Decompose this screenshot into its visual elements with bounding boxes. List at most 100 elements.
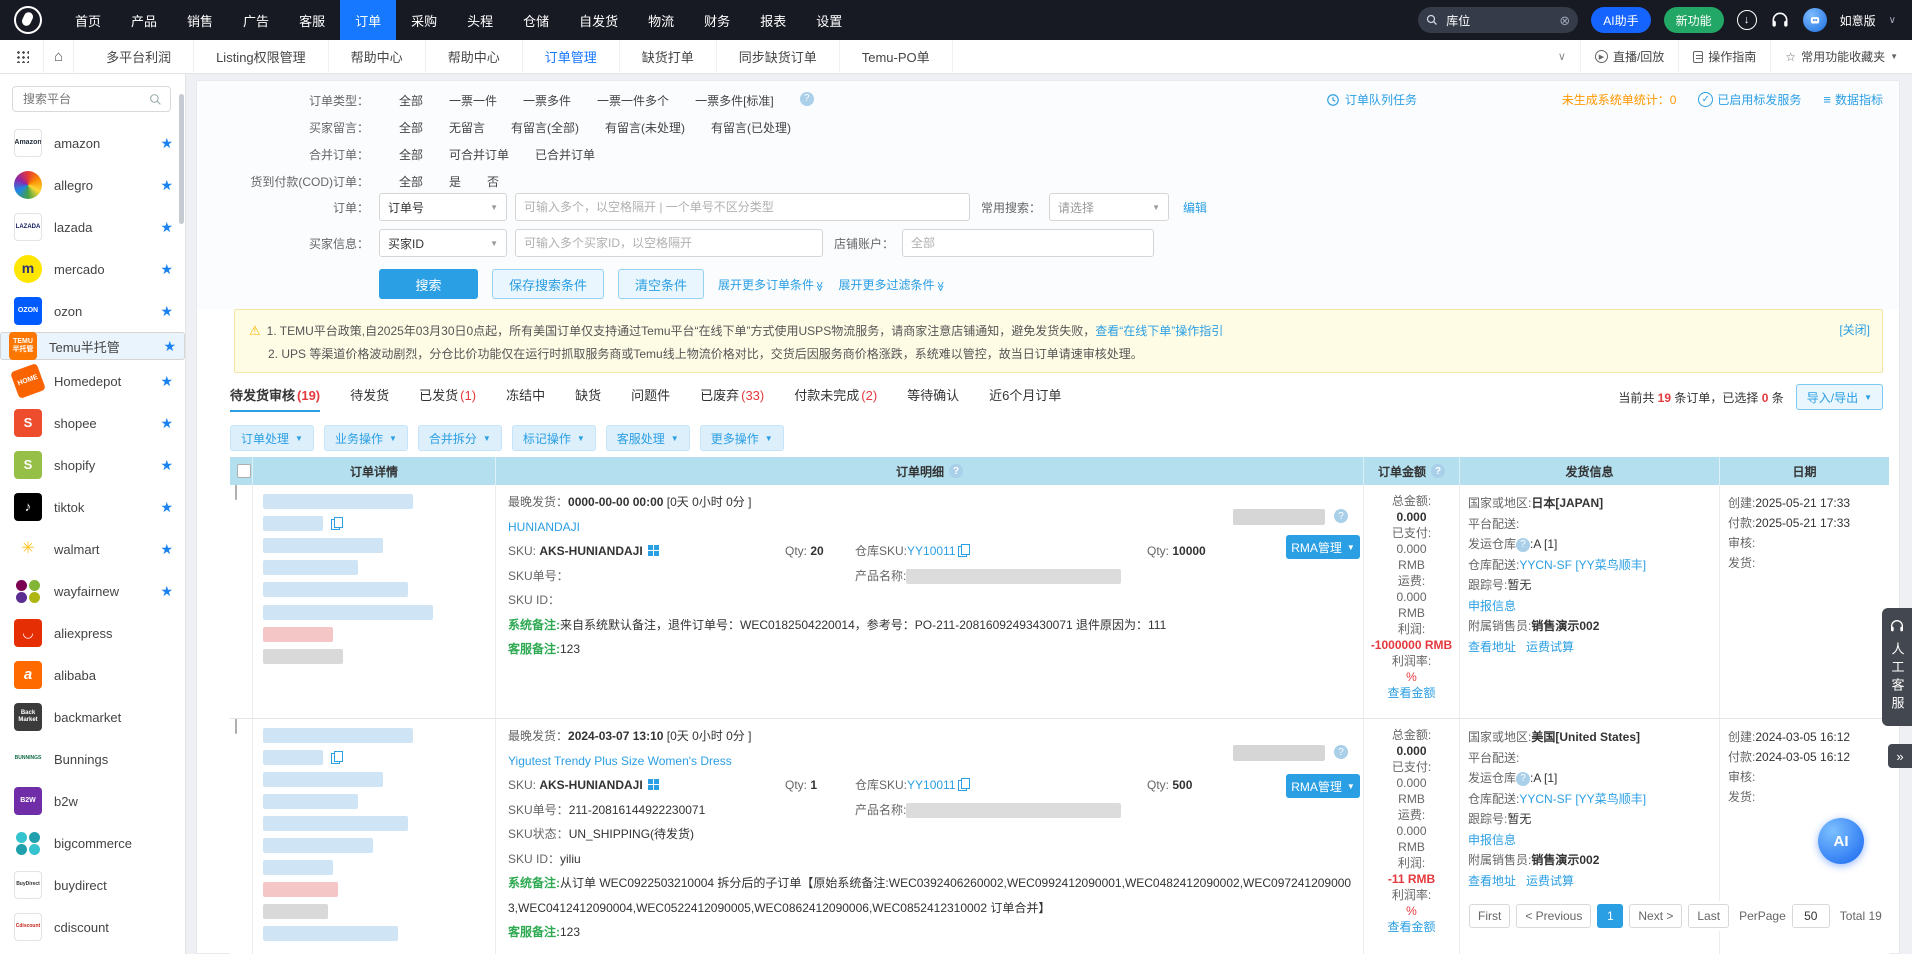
warehouse-dispatch-link[interactable]: YYCN-SF [YY菜鸟顺丰] [1519,558,1646,572]
sidebar-scrollbar[interactable] [179,94,184,224]
nav-item-2[interactable]: 销售 [172,0,228,40]
favorites-link[interactable]: ☆ 常用功能收藏夹 ▼ [1770,40,1912,74]
nav-item-12[interactable]: 报表 [745,0,801,40]
sidebar-platform-13[interactable]: aalibaba [0,654,185,696]
close-notice-link[interactable]: [关闭] [1839,319,1870,342]
declare-info-link[interactable]: 申报信息 [1468,833,1516,847]
filter-option-0-4[interactable]: 一票多件[标准] [695,92,774,109]
tabs-collapse-icon[interactable]: ∨ [1544,50,1580,63]
home-icon[interactable]: ⌂ [43,40,74,74]
view-amount-link[interactable]: 查看金额 [1364,919,1459,935]
clear-conditions-button[interactable]: 清空条件 [618,269,704,299]
nav-item-11[interactable]: 财务 [689,0,745,40]
search-button[interactable]: 搜索 [379,269,478,299]
freight-calc-link[interactable]: 运费试算 [1526,874,1574,888]
order-type-select[interactable]: 订单号▼ [379,193,507,221]
user-avatar[interactable] [1803,8,1827,32]
clear-search-icon[interactable]: ⊗ [1559,14,1570,27]
platform-search[interactable] [12,86,171,112]
warehouse-sku-link[interactable]: YY10011 [907,544,956,558]
sidebar-platform-2[interactable]: LAZADAlazada★ [0,206,185,248]
shop-account-input[interactable] [902,229,1154,257]
star-icon[interactable]: ★ [163,338,176,355]
rma-button[interactable]: RMA管理▼ [1286,774,1360,798]
star-icon[interactable]: ★ [160,219,173,236]
ai-assistant-button[interactable]: AI助手 [1591,7,1650,33]
last-page-button[interactable]: Last [1688,904,1729,928]
product-title-link[interactable]: Yigutest Trendy Plus Size Women's Dress [508,754,732,768]
nav-item-4[interactable]: 客服 [284,0,340,40]
status-tab-1[interactable]: 待发货 [350,385,389,410]
online-order-guide-link[interactable]: 查看“在线下单”操作指引 [1095,324,1223,338]
nav-item-10[interactable]: 物流 [633,0,689,40]
sidebar-platform-12[interactable]: ◡aliexpress [0,612,185,654]
action-button-1[interactable]: 业务操作▼ [324,425,408,451]
copy-icon[interactable] [958,778,969,791]
sidebar-platform-11[interactable]: wayfairnew★ [0,570,185,612]
sidebar-platform-0[interactable]: Amazonamazon★ [0,122,185,164]
save-search-button[interactable]: 保存搜索条件 [492,269,604,299]
star-icon[interactable]: ★ [160,583,173,600]
help-icon[interactable]: ? [1431,464,1445,478]
data-metrics-link[interactable]: ≡ 数据指标 [1823,91,1883,108]
rma-button[interactable]: RMA管理▼ [1286,535,1360,559]
filter-option-1-3[interactable]: 有留言(未处理) [605,119,685,136]
help-icon[interactable]: ? [1334,745,1348,759]
help-icon[interactable]: ? [1516,772,1530,786]
warehouse-dispatch-link[interactable]: YYCN-SF [YY菜鸟顺丰] [1519,792,1646,806]
sidebar-platform-5[interactable]: TEMU 半托管Temu半托管★ [0,332,185,360]
nav-item-0[interactable]: 首页 [60,0,116,40]
action-button-2[interactable]: 合并拆分▼ [418,425,502,451]
status-tab-3[interactable]: 冻结中 [506,385,545,410]
status-tab-5[interactable]: 问题件 [631,385,670,410]
action-button-0[interactable]: 订单处理▼ [230,425,314,451]
status-tab-6[interactable]: 已废弃(33) [700,385,764,410]
copy-icon[interactable] [331,517,342,530]
filter-option-2-0[interactable]: 全部 [399,146,423,163]
unsynced-stat-link[interactable]: 未生成系统单统计：0 [1562,91,1677,108]
live-replay-link[interactable]: ▶ 直播/回放 [1580,40,1678,74]
warehouse-sku-link[interactable]: YY10011 [907,778,956,792]
ai-fab-button[interactable]: AI [1818,818,1864,864]
page-tab-3[interactable]: 帮助中心 [426,40,523,74]
live-support-tab[interactable]: 人工客服 [1882,608,1912,726]
nav-item-8[interactable]: 仓储 [508,0,564,40]
prev-page-button[interactable]: < Previous [1516,904,1591,928]
sidebar-platform-10[interactable]: ✳walmart★ [0,528,185,570]
platform-search-input[interactable] [21,91,149,107]
star-icon[interactable]: ★ [160,303,173,320]
sidebar-platform-8[interactable]: Sshopify★ [0,444,185,486]
buyer-id-input[interactable] [515,229,823,257]
filter-option-2-1[interactable]: 可合并订单 [449,146,509,163]
copy-icon[interactable] [331,751,342,764]
global-search[interactable]: ⊗ [1418,7,1578,33]
nav-item-7[interactable]: 头程 [452,0,508,40]
headset-icon[interactable] [1770,10,1790,30]
guide-link[interactable]: 操作指南 [1678,40,1770,74]
common-search-select[interactable]: 请选择▼ [1049,193,1169,221]
help-icon[interactable]: ? [1516,538,1530,552]
status-tab-4[interactable]: 缺货 [575,385,601,410]
page-tab-4[interactable]: 订单管理 [523,40,620,74]
product-title-link[interactable]: HUNIANDAJI [508,520,580,534]
filter-option-0-2[interactable]: 一票多件 [523,92,571,109]
sidebar-platform-15[interactable]: BUNNINGSBunnings [0,738,185,780]
action-button-5[interactable]: 更多操作▼ [700,425,784,451]
sidebar-platform-4[interactable]: OZONozon★ [0,290,185,332]
help-icon[interactable]: ? [1334,509,1348,523]
sidebar-platform-1[interactable]: allegro★ [0,164,185,206]
version-label[interactable]: 如意版 [1840,12,1876,29]
star-icon[interactable]: ★ [160,457,173,474]
global-search-input[interactable] [1444,12,1553,28]
grid-mini-icon[interactable] [648,779,659,790]
label-service-link[interactable]: ✓ 已启用标发服务 [1698,91,1801,108]
nav-item-1[interactable]: 产品 [116,0,172,40]
status-tab-8[interactable]: 等待确认 [907,385,959,410]
nav-item-9[interactable]: 自发货 [564,0,633,40]
filter-option-3-1[interactable]: 是 [449,173,461,190]
sidebar-platform-9[interactable]: ♪tiktok★ [0,486,185,528]
page-tab-7[interactable]: Temu-PO单 [840,40,953,74]
view-address-link[interactable]: 查看地址 [1468,874,1516,888]
nav-item-6[interactable]: 采购 [396,0,452,40]
expand-panel-button[interactable]: » [1888,744,1912,768]
